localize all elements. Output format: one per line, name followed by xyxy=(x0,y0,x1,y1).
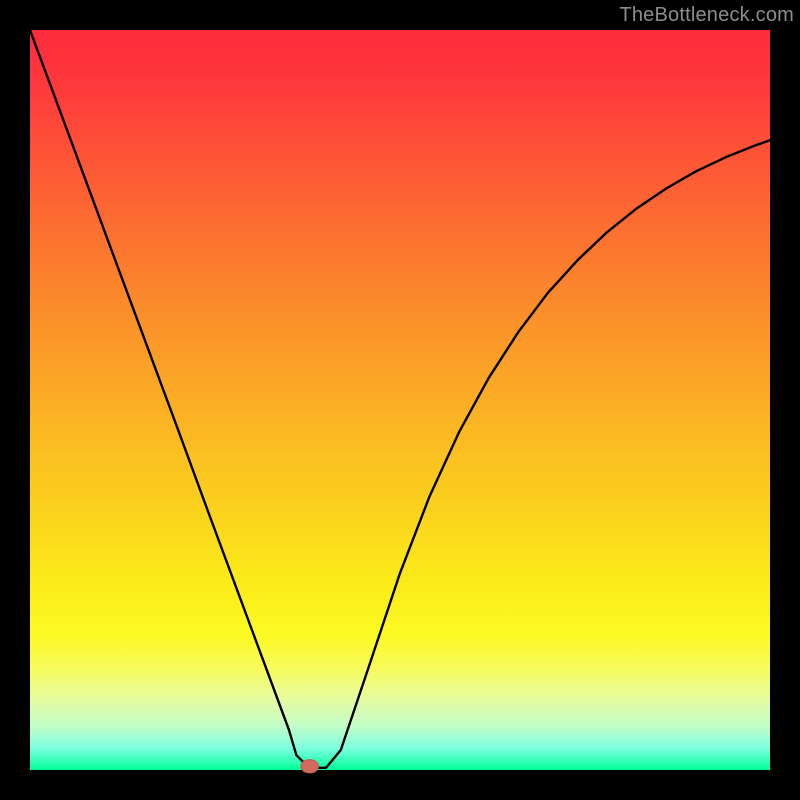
minimum-marker xyxy=(301,760,319,773)
watermark-text: TheBottleneck.com xyxy=(619,4,794,27)
curve-layer xyxy=(30,30,770,770)
chart-frame: TheBottleneck.com xyxy=(0,0,800,800)
bottleneck-curve xyxy=(30,30,770,768)
plot-area xyxy=(30,30,770,770)
